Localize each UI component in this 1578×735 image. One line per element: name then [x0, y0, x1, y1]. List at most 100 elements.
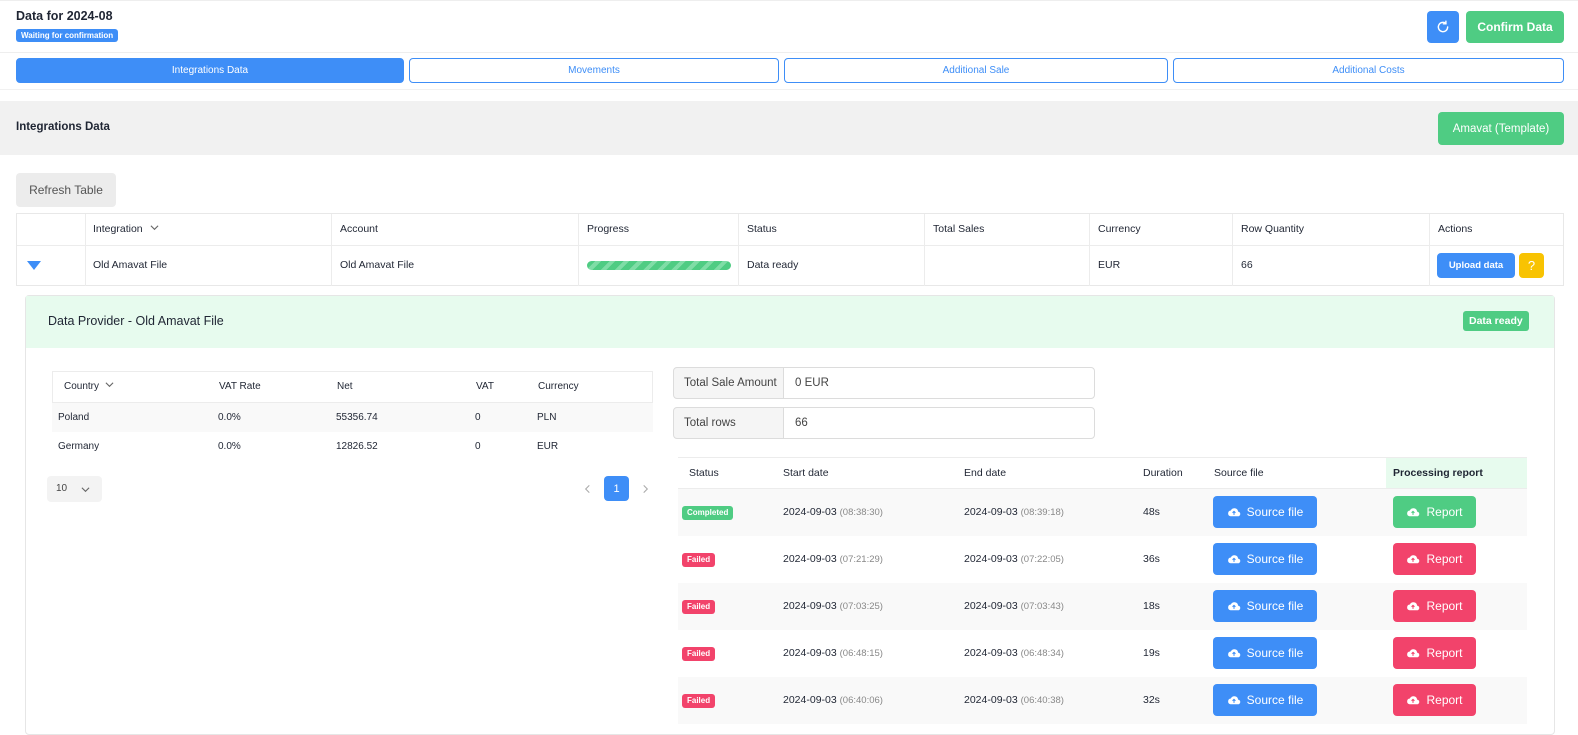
column-header-currency: Currency [538, 381, 579, 392]
duration-cell: 48s [1143, 506, 1160, 518]
divider [1232, 214, 1233, 286]
status-badge: Failed [682, 647, 716, 661]
end-time: (08:39:18) [1020, 507, 1064, 518]
report-button[interactable]: Report [1393, 543, 1476, 575]
page-size-select[interactable]: 10 [47, 476, 102, 502]
column-header-currency: Currency [1098, 223, 1141, 235]
expand-caret-icon[interactable] [27, 261, 41, 270]
confirm-data-button[interactable]: Confirm Data [1466, 11, 1564, 43]
country-cell: Poland [58, 412, 90, 423]
vat-rate-cell: 0.0% [218, 412, 241, 423]
column-header-total-sales: Total Sales [933, 223, 985, 235]
tab-additional-sale[interactable]: Additional Sale [784, 58, 1168, 83]
table-header: Country VAT Rate Net VAT Currency [52, 371, 653, 403]
page-title: Data for 2024-08 [16, 9, 113, 23]
total-rows-value: 66 [783, 407, 1095, 439]
chevron-left-icon[interactable] [583, 484, 592, 494]
source-file-button[interactable]: Source file [1213, 684, 1317, 716]
report-button[interactable]: Report [1393, 496, 1476, 528]
processing-table-header: Status Start date End date Duration Sour… [678, 457, 1527, 489]
reload-button[interactable] [1427, 11, 1459, 43]
chevron-right-icon[interactable] [641, 484, 650, 494]
duration-cell: 18s [1143, 600, 1160, 612]
refresh-table-button[interactable]: Refresh Table [16, 173, 116, 207]
source-file-button[interactable]: Source file [1213, 543, 1317, 575]
start-date: 2024-09-03 [783, 647, 837, 659]
report-label: Report [1426, 693, 1463, 707]
integrations-table: Integration Account Progress Status Tota… [16, 213, 1564, 286]
currency: EUR [1098, 259, 1121, 271]
source-file-button[interactable]: Source file [1213, 496, 1317, 528]
table-row: Failed 2024-09-03 (07:21:29) 2024-09-03 (0… [678, 536, 1527, 583]
page-size-value: 10 [56, 483, 68, 494]
divider [0, 89, 1578, 90]
row-quantity: 66 [1241, 259, 1253, 271]
divider [738, 214, 739, 286]
cloud-upload-icon [1407, 695, 1420, 704]
source-file-label: Source file [1246, 646, 1304, 660]
start-date-cell: 2024-09-03 (07:03:25) [783, 583, 883, 630]
divider [578, 214, 579, 286]
start-date-cell: 2024-09-03 (06:48:15) [783, 630, 883, 677]
report-button[interactable]: Report [1393, 684, 1476, 716]
status-badge: Failed [682, 553, 716, 567]
column-header-start-date: Start date [783, 467, 829, 479]
column-header-row-quantity: Row Quantity [1241, 223, 1305, 235]
report-label: Report [1426, 646, 1463, 660]
divider [1089, 214, 1090, 286]
end-date: 2024-09-03 [964, 600, 1018, 612]
source-file-label: Source file [1246, 552, 1304, 566]
chevron-down-icon [105, 382, 114, 388]
duration-cell: 19s [1143, 647, 1160, 659]
end-date-cell: 2024-09-03 (06:48:34) [964, 630, 1064, 677]
tab-additional-costs[interactable]: Additional Costs [1173, 58, 1564, 83]
start-date: 2024-09-03 [783, 694, 837, 706]
column-header-status: Status [747, 223, 777, 235]
status-text: Data ready [747, 259, 799, 271]
cloud-upload-icon [1227, 648, 1240, 657]
integration-name: Old Amavat File [93, 259, 168, 271]
status-badge: Failed [682, 694, 716, 708]
end-date: 2024-09-03 [964, 506, 1018, 518]
source-file-button[interactable]: Source file [1213, 637, 1317, 669]
table-row: Germany 0.0% 12826.52 0 EUR [52, 432, 653, 461]
source-file-button[interactable]: Source file [1213, 590, 1317, 622]
upload-data-button[interactable]: Upload data [1437, 253, 1515, 278]
column-header-status: Status [689, 467, 719, 479]
net-cell: 12826.52 [336, 441, 378, 452]
status-badge: Waiting for confirmation [16, 29, 119, 42]
report-label: Report [1426, 505, 1463, 519]
end-time: (06:48:34) [1020, 648, 1064, 659]
end-date-cell: 2024-09-03 (07:22:05) [964, 536, 1064, 583]
end-time: (06:40:38) [1020, 695, 1064, 706]
currency-cell: PLN [537, 412, 557, 423]
end-date-cell: 2024-09-03 (07:03:43) [964, 583, 1064, 630]
report-label: Report [1426, 599, 1463, 613]
end-date: 2024-09-03 [964, 694, 1018, 706]
column-header-country[interactable]: Country [64, 372, 114, 402]
amavat-template-button[interactable]: Amavat (Template) [1438, 112, 1564, 145]
start-time: (07:03:25) [839, 601, 883, 612]
column-header-account: Account [340, 223, 378, 235]
pagination-page[interactable]: 1 [604, 476, 629, 501]
chevron-down-icon [150, 225, 159, 231]
report-button[interactable]: Report [1393, 637, 1476, 669]
vat-rate-cell: 0.0% [218, 441, 241, 452]
start-date: 2024-09-03 [783, 506, 837, 518]
column-header-label: Country [64, 381, 100, 392]
net-cell: 55356.74 [336, 412, 378, 423]
data-provider-header: Data Provider - Old Amavat File Data rea… [26, 296, 1554, 348]
tab-integrations-data[interactable]: Integrations Data [16, 58, 404, 83]
column-header-progress: Progress [587, 223, 630, 235]
cloud-upload-icon [1407, 554, 1420, 563]
column-header-label: Integration [93, 223, 143, 235]
column-header-integration[interactable]: Integration [93, 214, 159, 245]
help-button[interactable]: ? [1519, 253, 1544, 278]
divider [331, 214, 332, 286]
data-provider-title: Data Provider - Old Amavat File [48, 314, 224, 328]
vat-cell: 0 [475, 441, 481, 452]
tab-movements[interactable]: Movements [409, 58, 779, 83]
report-button[interactable]: Report [1393, 590, 1476, 622]
start-date-cell: 2024-09-03 (06:40:06) [783, 677, 883, 724]
cloud-upload-icon [1407, 648, 1420, 657]
